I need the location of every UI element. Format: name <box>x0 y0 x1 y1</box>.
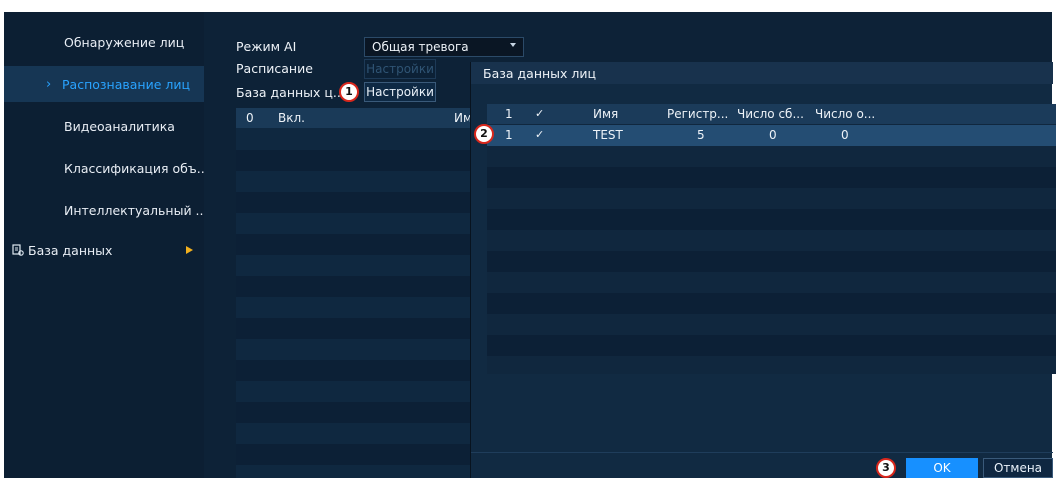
table-row <box>487 251 1056 272</box>
table-row <box>236 402 486 423</box>
col-count-b: Число о... <box>815 107 876 121</box>
row-registered: 5 <box>697 128 705 142</box>
dialog-title: База данных лиц <box>483 66 597 81</box>
col-enabled: Вкл. <box>278 111 305 125</box>
col-index: 1 <box>505 107 513 121</box>
ai-mode-label: Режим AI <box>236 39 297 54</box>
row-name: TEST <box>593 128 623 142</box>
face-db-list: 0 Вкл. Имя <box>236 108 486 478</box>
sidebar-item-label: Классификация объ... <box>64 160 209 176</box>
table-row <box>236 150 486 171</box>
dropdown-caret-icon <box>510 43 516 47</box>
col-name: Имя <box>593 107 619 121</box>
col-select-all-checkbox[interactable]: ✓ <box>535 107 544 120</box>
sidebar-item-intelligent[interactable]: Интеллектуальный ... <box>4 192 208 228</box>
callout-badge-1: 1 <box>339 82 359 102</box>
sidebar-item-label: База данных <box>28 242 113 258</box>
ok-button[interactable]: OK <box>906 458 978 478</box>
face-database-dialog: База данных лиц 1 ✓ Имя Регистр... Число… <box>470 62 1056 478</box>
expand-arrow-icon <box>186 246 193 254</box>
col-registered: Регистр... <box>667 107 729 121</box>
col-index: 0 <box>246 111 254 125</box>
table-header: 1 ✓ Имя Регистр... Число сб... Число о..… <box>487 104 1056 124</box>
sidebar: Обнаружение лиц › Распознавание лиц Виде… <box>4 12 209 478</box>
table-header: 0 Вкл. Имя <box>236 108 486 128</box>
sidebar-item-object-classification[interactable]: Классификация объ... <box>4 150 209 186</box>
face-database-table: 1 ✓ Имя Регистр... Число сб... Число о..… <box>487 104 1056 374</box>
table-row <box>236 234 486 255</box>
table-row <box>236 444 486 465</box>
callout-badge-3: 3 <box>876 458 896 478</box>
row-checkbox[interactable]: ✓ <box>535 128 544 141</box>
sidebar-item-face-recognition[interactable]: › Распознавание лиц <box>4 66 204 102</box>
cancel-button[interactable]: Отмена <box>983 458 1053 478</box>
table-row <box>487 293 1056 314</box>
sidebar-item-label: Интеллектуальный ... <box>64 202 208 218</box>
table-row[interactable]: 1 ✓ TEST 5 0 0 <box>487 125 1056 146</box>
chevron-right-icon: › <box>46 76 52 92</box>
sidebar-item-face-detection[interactable]: Обнаружение лиц <box>4 24 204 60</box>
table-row <box>236 318 486 339</box>
database-icon <box>12 244 24 256</box>
row-index: 1 <box>505 128 513 142</box>
sidebar-item-label: Обнаружение лиц <box>64 34 185 50</box>
table-row <box>487 209 1056 230</box>
table-row <box>236 360 486 381</box>
sidebar-item-label: Видеоаналитика <box>64 118 175 134</box>
row-count-b: 0 <box>841 128 849 142</box>
ai-mode-select[interactable]: Общая тревога <box>364 37 524 57</box>
table-row <box>487 335 1056 356</box>
col-count-a: Число сб... <box>737 107 804 121</box>
dialog-title-bar: База данных лиц <box>471 62 1053 84</box>
ai-mode-value: Общая тревога <box>372 40 469 54</box>
sidebar-item-label: Распознавание лиц <box>62 76 190 92</box>
row-count-a: 0 <box>769 128 777 142</box>
callout-badge-2: 2 <box>474 124 494 144</box>
sidebar-item-video-analytics[interactable]: Видеоаналитика <box>4 108 204 144</box>
face-db-settings-button[interactable]: Настройки <box>364 82 436 102</box>
face-db-label: База данных ц... <box>236 85 345 100</box>
table-row <box>236 192 486 213</box>
table-row <box>236 276 486 297</box>
schedule-settings-button[interactable]: Настройки <box>364 59 436 79</box>
sidebar-item-database[interactable]: База данных <box>4 232 204 268</box>
schedule-label: Расписание <box>236 61 313 76</box>
divider <box>471 452 1053 453</box>
table-row <box>487 167 1056 188</box>
